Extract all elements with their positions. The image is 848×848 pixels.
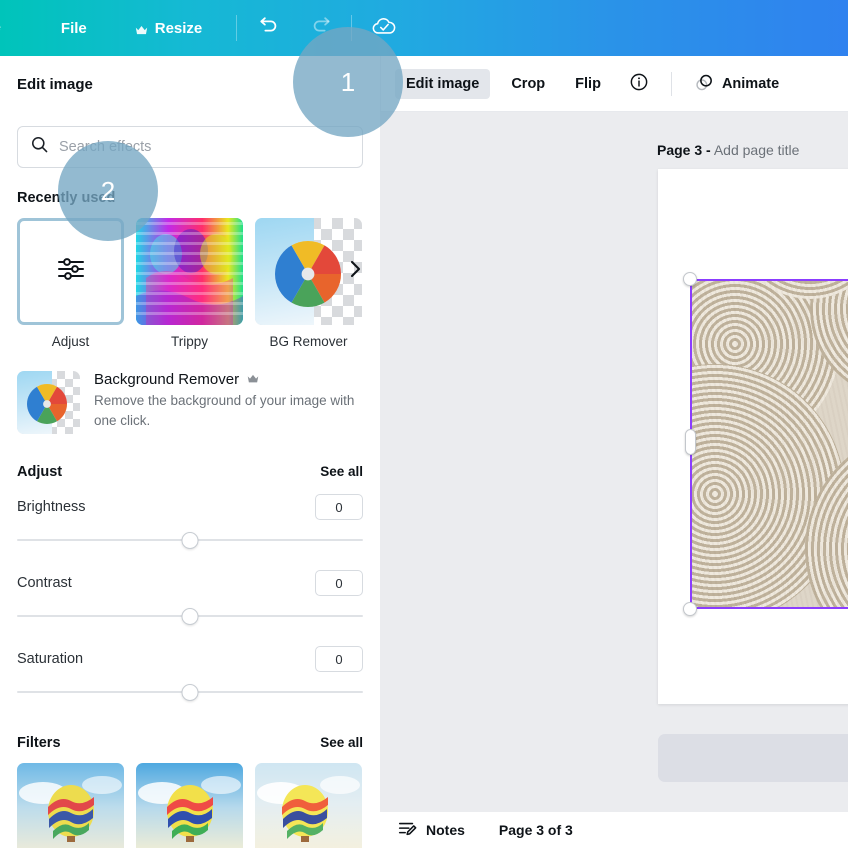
- design-canvas-area: Page 3 - Add page title: [380, 112, 848, 812]
- promo-thumbnail: [17, 371, 80, 434]
- saturation-knob[interactable]: [181, 684, 199, 701]
- bottom-status-bar: Notes Page 3 of 3: [380, 812, 848, 848]
- slider-brightness: Brightness 0: [0, 494, 380, 551]
- step-badge-2-label: 2: [100, 175, 116, 206]
- tab-edit-image[interactable]: Edit image: [395, 69, 491, 99]
- page-indicator[interactable]: Page 3 of 3: [499, 822, 573, 838]
- toolbar-divider-1: [236, 15, 238, 41]
- effect-tile-trippy[interactable]: Trippy: [136, 218, 243, 349]
- effects-side-panel: Search effects Recently used: [0, 112, 380, 848]
- promo-description: Remove the background of your image with…: [94, 393, 355, 428]
- saturation-track[interactable]: [17, 681, 363, 703]
- file-menu-button[interactable]: File: [49, 0, 99, 56]
- image-toolbar: Edit image Crop Flip Animate: [380, 56, 848, 112]
- animate-label: Animate: [721, 76, 780, 92]
- toolbar-divider-3: [670, 72, 672, 96]
- tab-flip[interactable]: Flip: [564, 69, 612, 99]
- tab-edit-image-label: Edit image: [406, 76, 480, 92]
- background-remover-promo[interactable]: Background Remover Remove the background…: [0, 371, 380, 434]
- filter-tile-1[interactable]: [17, 763, 124, 848]
- tab-flip-label: Flip: [575, 76, 601, 92]
- undo-icon: [258, 15, 280, 42]
- resize-label: Resize: [154, 19, 203, 37]
- slider-saturation: Saturation 0: [0, 646, 380, 703]
- next-page-placeholder[interactable]: [658, 734, 848, 782]
- promo-text-block: Background Remover Remove the background…: [94, 371, 356, 430]
- filters-title: Filters: [17, 735, 61, 751]
- notes-icon: [397, 819, 417, 842]
- filters-section-header: Filters See all: [0, 735, 380, 751]
- effect-label-trippy: Trippy: [170, 334, 208, 349]
- page-number-label: Page 3 -: [657, 142, 711, 158]
- brightness-value[interactable]: 0: [315, 494, 363, 520]
- tab-crop-label: Crop: [511, 76, 546, 92]
- undo-button[interactable]: [247, 6, 291, 50]
- panel-and-tool-bar: Edit image Edit image Crop Flip Animate: [0, 56, 848, 112]
- effect-label-adjust: Adjust: [51, 334, 90, 349]
- contrast-value[interactable]: 0: [315, 570, 363, 596]
- recently-used-header: Recently used: [0, 190, 380, 206]
- page-indicator-label: Page 3 of 3: [498, 822, 573, 838]
- panel-header-title: Edit image: [17, 75, 93, 93]
- promo-title-row: Background Remover: [94, 371, 356, 388]
- step-badge-1-label: 1: [340, 66, 356, 97]
- step-badge-1: 1: [293, 27, 403, 137]
- app-logo[interactable]: e: [0, 0, 13, 56]
- search-icon: [30, 135, 49, 159]
- app-logo-text: e: [0, 19, 1, 37]
- brightness-label: Brightness: [17, 499, 86, 515]
- add-page-title-placeholder[interactable]: Add page title: [714, 142, 800, 158]
- info-button[interactable]: [618, 65, 660, 103]
- adjust-see-all[interactable]: See all: [320, 464, 363, 479]
- recently-used-next-button[interactable]: [344, 258, 366, 280]
- notes-label: Notes: [426, 822, 465, 838]
- info-icon: [629, 72, 649, 96]
- contrast-label: Contrast: [17, 575, 72, 591]
- zen-sand-garden-image[interactable]: [690, 279, 848, 609]
- crown-icon: [135, 23, 148, 34]
- filters-see-all[interactable]: See all: [320, 735, 363, 750]
- filter-tile-3[interactable]: [255, 763, 362, 848]
- file-menu-label: File: [60, 19, 87, 37]
- saturation-value[interactable]: 0: [315, 646, 363, 672]
- promo-title: Background Remover: [94, 371, 240, 388]
- notes-button[interactable]: Notes: [397, 819, 465, 842]
- tab-crop[interactable]: Crop: [500, 69, 556, 99]
- effect-tile-bg-remover[interactable]: BG Remover: [255, 218, 362, 349]
- page-title-row[interactable]: Page 3 - Add page title: [657, 142, 799, 158]
- brightness-knob[interactable]: [181, 532, 199, 549]
- step-badge-2: 2: [58, 141, 158, 241]
- effect-thumb-trippy: [136, 218, 243, 325]
- crown-icon: [247, 371, 259, 388]
- slider-contrast: Contrast 0: [0, 570, 380, 627]
- brightness-track[interactable]: [17, 529, 363, 551]
- animate-icon: [694, 72, 715, 97]
- contrast-track[interactable]: [17, 605, 363, 627]
- filters-carousel: [0, 763, 380, 848]
- canva-editor-window: e File Resize: [0, 0, 848, 848]
- saturation-label: Saturation: [17, 651, 84, 667]
- sliders-icon: [54, 252, 88, 291]
- contrast-knob[interactable]: [181, 608, 199, 625]
- trippy-thumbnail: [136, 218, 243, 325]
- resize-button[interactable]: Resize: [123, 0, 215, 56]
- animate-button[interactable]: Animate: [683, 65, 790, 104]
- effect-label-bg-remover: BG Remover: [269, 334, 348, 349]
- adjust-section-header: Adjust See all: [0, 464, 380, 480]
- adjust-title: Adjust: [17, 464, 63, 480]
- recently-used-carousel: Adjust Trippy BG Remover: [0, 218, 380, 349]
- filter-tile-2[interactable]: [136, 763, 243, 848]
- top-brand-bar: e File Resize: [0, 0, 848, 56]
